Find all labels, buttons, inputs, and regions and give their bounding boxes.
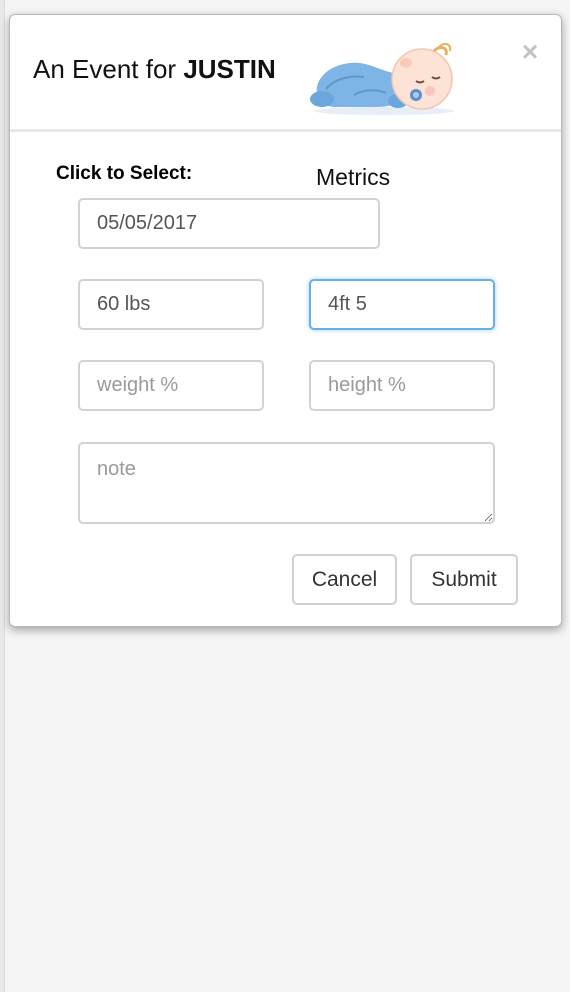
modal-header: An Event for JUSTIN × (10, 15, 561, 132)
title-prefix: An Event for (33, 54, 184, 84)
close-icon[interactable]: × (517, 37, 543, 67)
weight-percent-input[interactable] (78, 360, 264, 411)
event-modal: An Event for JUSTIN × Click to Select: M… (9, 14, 562, 627)
sleeping-baby-icon (310, 43, 454, 115)
child-name: JUSTIN (183, 54, 276, 84)
note-textarea[interactable] (78, 442, 495, 524)
metrics-heading: Metrics (316, 164, 391, 190)
height-input[interactable] (309, 279, 495, 330)
select-label: Click to Select: (56, 163, 193, 184)
date-input[interactable] (78, 198, 380, 249)
page-background-edge (0, 0, 5, 992)
height-percent-input[interactable] (309, 360, 495, 411)
modal-title: An Event for JUSTIN (33, 54, 276, 85)
submit-button[interactable]: Submit (410, 554, 518, 605)
cancel-button[interactable]: Cancel (292, 554, 397, 605)
weight-input[interactable] (78, 279, 264, 330)
